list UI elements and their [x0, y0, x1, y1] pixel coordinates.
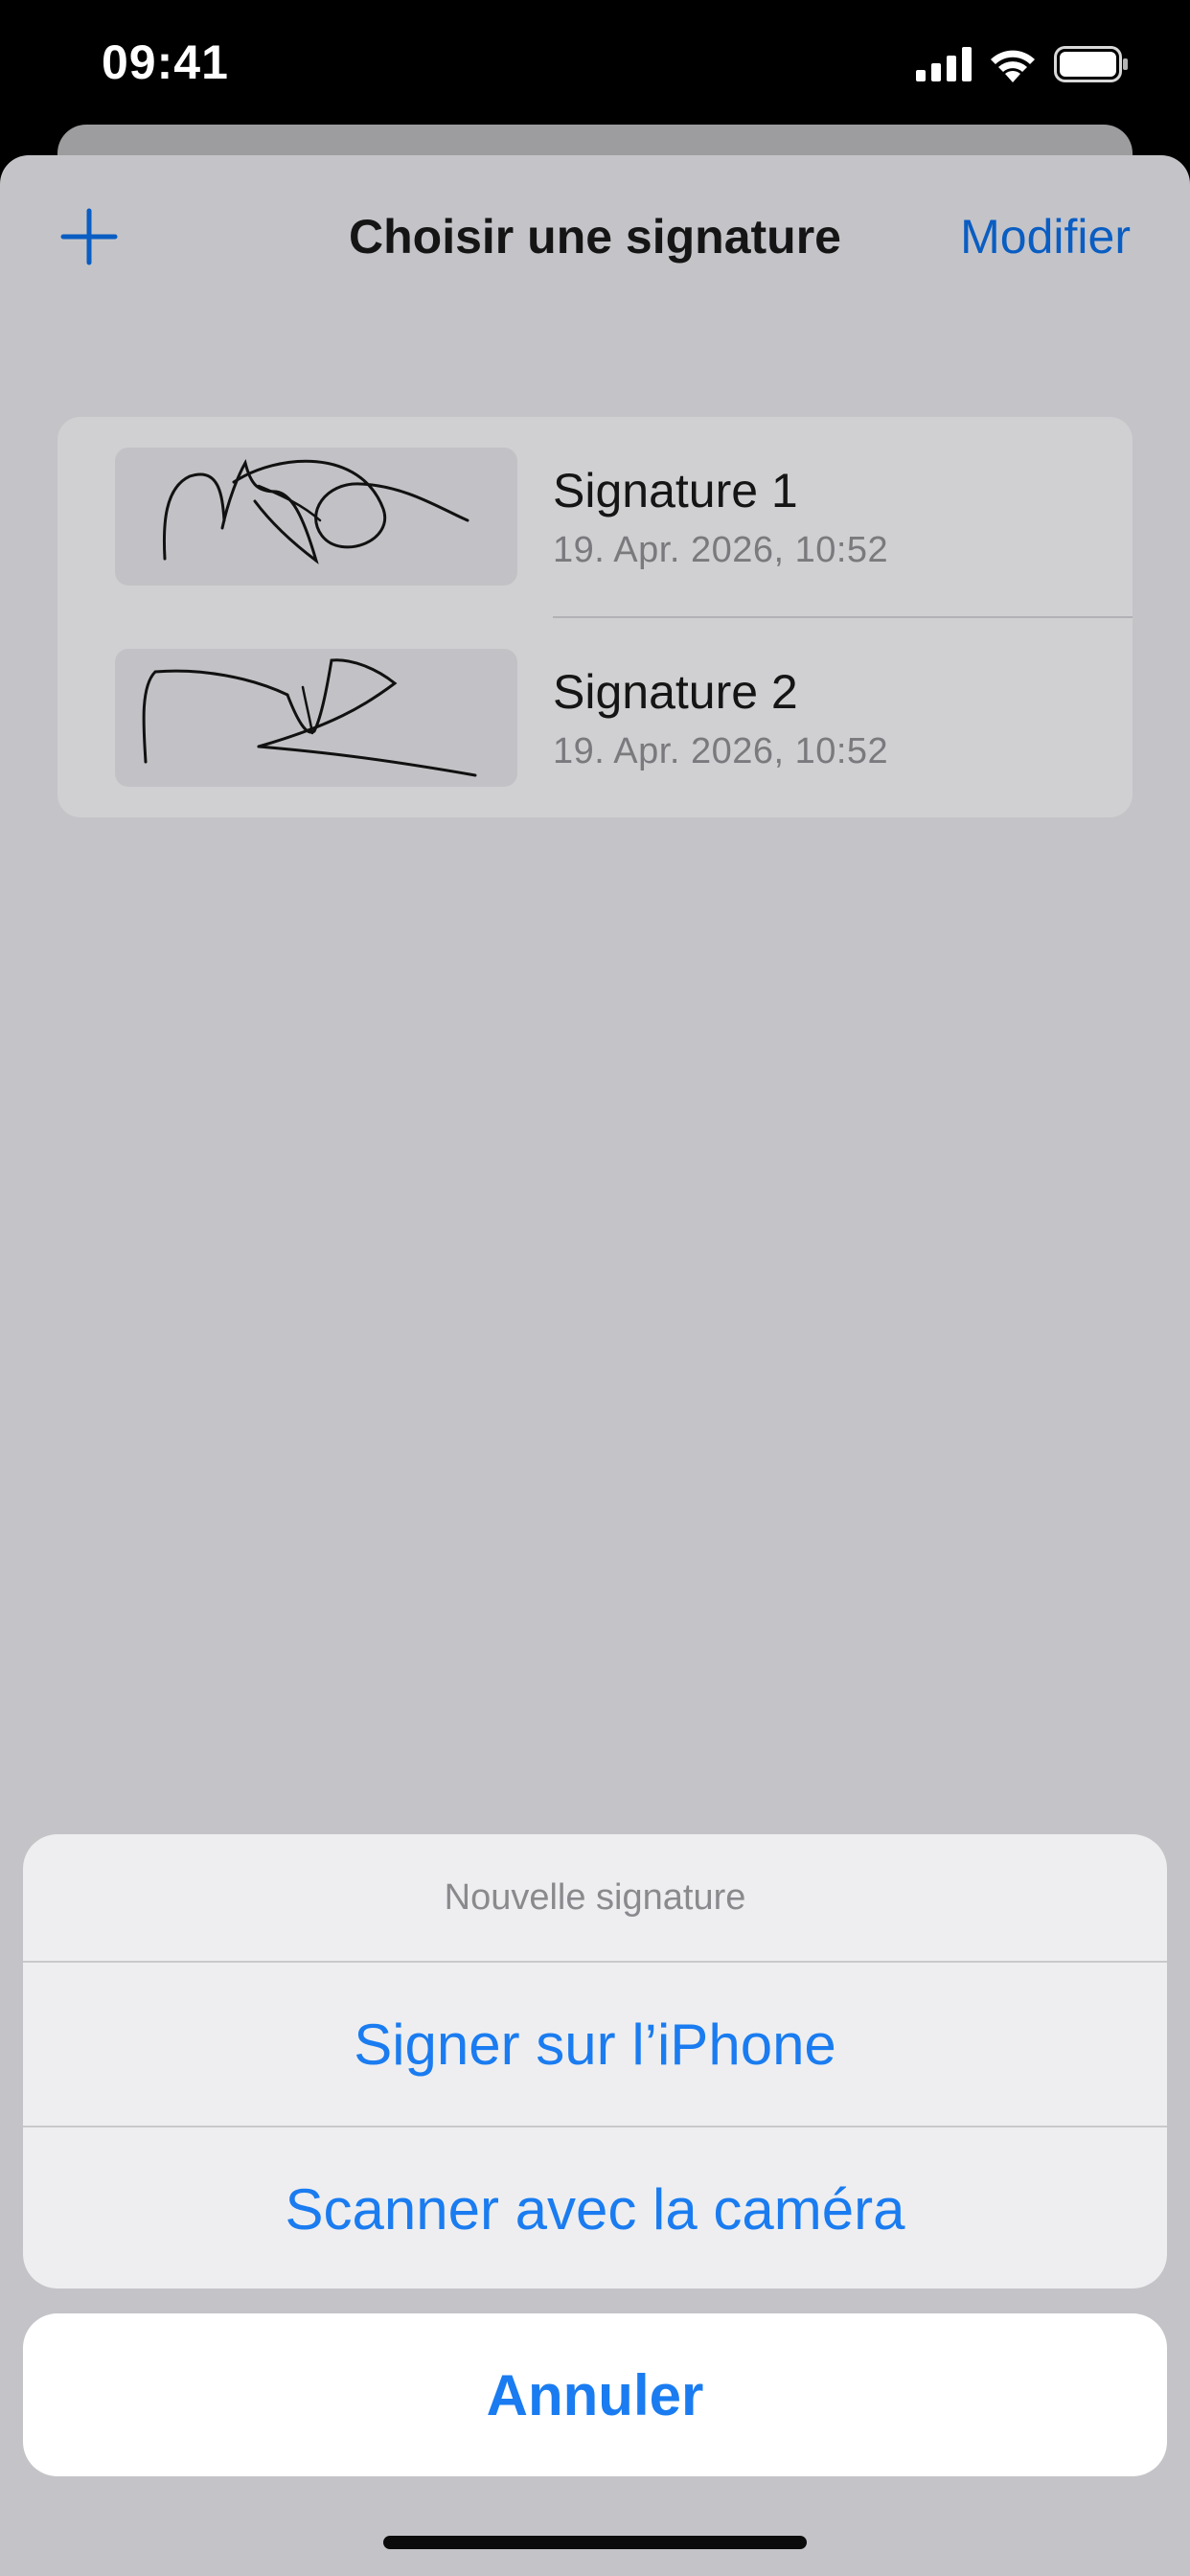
signature-thumbnail [115, 448, 517, 586]
signature-thumbnail [115, 649, 517, 787]
signature-title: Signature 2 [553, 665, 798, 719]
signature-drawing [142, 658, 477, 777]
status-icons [916, 44, 1129, 84]
status-time: 09:41 [102, 35, 229, 89]
cellular-signal-icon [916, 47, 972, 81]
edit-button[interactable]: Modifier [960, 209, 1131, 264]
wifi-icon [991, 50, 1035, 82]
action-sheet-title: Nouvelle signature [444, 1876, 746, 1918]
new-signature-action-sheet: Nouvelle signature Signer sur l’iPhone S… [23, 1834, 1167, 2288]
sign-on-iphone-button[interactable]: Signer sur l’iPhone [23, 1963, 1167, 2126]
signature-row-2[interactable]: Signature 2 19. Apr. 2026, 10:52 [57, 618, 1133, 817]
signature-title: Signature 1 [553, 464, 798, 518]
home-indicator[interactable] [383, 2536, 807, 2549]
scan-with-camera-button[interactable]: Scanner avec la caméra [23, 2128, 1167, 2288]
signature-row-1[interactable]: Signature 1 19. Apr. 2026, 10:52 [57, 417, 1133, 618]
signature-list: Signature 1 19. Apr. 2026, 10:52 Signatu… [57, 417, 1133, 817]
battery-icon [1054, 46, 1128, 82]
signature-date: 19. Apr. 2026, 10:52 [553, 731, 889, 771]
cancel-button[interactable]: Annuler [23, 2313, 1167, 2476]
signature-date: 19. Apr. 2026, 10:52 [553, 530, 889, 570]
signature-drawing [162, 459, 469, 564]
